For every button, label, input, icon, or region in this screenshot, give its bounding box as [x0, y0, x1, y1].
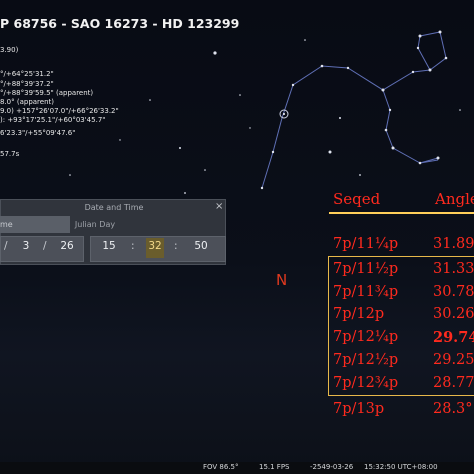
month-spinbox[interactable]: 3 [15, 240, 37, 252]
star-info-line: 9.0) +157°26'07.0"/+66°26'33.2" [0, 107, 119, 115]
star-info-line: °/+88°39'37.2" [0, 80, 54, 88]
dialog-title: Date and Time [84, 203, 144, 212]
seqed-cell: 7p/12¾p [333, 375, 399, 391]
header-divider [329, 212, 474, 214]
header-seqed: Seqed [333, 190, 381, 208]
seqed-cell: 7p/13p [333, 401, 385, 417]
seqed-cell: 7p/12p [333, 306, 385, 322]
date-separator: / [43, 240, 47, 252]
hour-spinbox[interactable]: 15 [98, 240, 120, 252]
fps-readout: 15.1 FPS [259, 463, 290, 471]
seqed-cell: 7p/11½p [333, 261, 399, 277]
angle-cell: 29.74 [433, 329, 474, 346]
date-readout: -2549-03-26 [310, 463, 354, 471]
minute-spinbox[interactable]: 32 [144, 240, 166, 252]
angle-cell: 28.77 [433, 375, 474, 391]
seqed-cell: 7p/11¼p [333, 236, 399, 252]
seqed-cell: 7p/12¼p [333, 329, 399, 345]
star-info-line: 57.7s [0, 150, 20, 158]
fov-readout: FOV 86.5° [203, 463, 239, 471]
second-spinbox[interactable]: 50 [190, 240, 212, 252]
day-spinbox[interactable]: 26 [56, 240, 78, 252]
angle-cell: 28.3° [433, 401, 473, 417]
angle-cell: 31.33 [433, 261, 474, 277]
star-info-line: °/+64°25'31.2" [0, 70, 54, 78]
star-designation-title: P 68756 - SAO 16273 - HD 123299 [0, 16, 240, 31]
time-separator: : [174, 240, 178, 252]
seqed-cell: 7p/11¾p [333, 284, 399, 300]
stars [69, 30, 461, 194]
star-info-line: 3.90) [0, 46, 19, 54]
star-info-line: °/+88°39'59.5" (apparent) [0, 89, 94, 97]
angle-cell: 30.78 [433, 284, 474, 300]
clock-readout: 15:32:50 UTC+08:00 [364, 463, 438, 471]
angle-cell: 30.26 [433, 306, 474, 322]
time-separator: : [131, 240, 135, 252]
selected-star[interactable] [283, 113, 285, 115]
star-info-line: ): +93°17'25.1"/+60°03'45.7" [0, 116, 106, 124]
cardinal-north-label: N [276, 271, 288, 289]
star-info-line: 6'23.3"/+55°09'47.6" [0, 129, 76, 137]
date-separator: / [4, 240, 8, 252]
angle-cell: 29.25 [433, 352, 474, 368]
tab-julian-day[interactable]: Julian Day [60, 216, 130, 233]
angle-cell: 31.89 [433, 236, 474, 252]
seqed-cell: 7p/12½p [333, 352, 399, 368]
star-info-line: 8.0° (apparent) [0, 98, 54, 106]
header-angle: Angle [435, 190, 474, 208]
close-icon[interactable]: × [215, 201, 223, 212]
constellation-lines [261, 31, 447, 189]
